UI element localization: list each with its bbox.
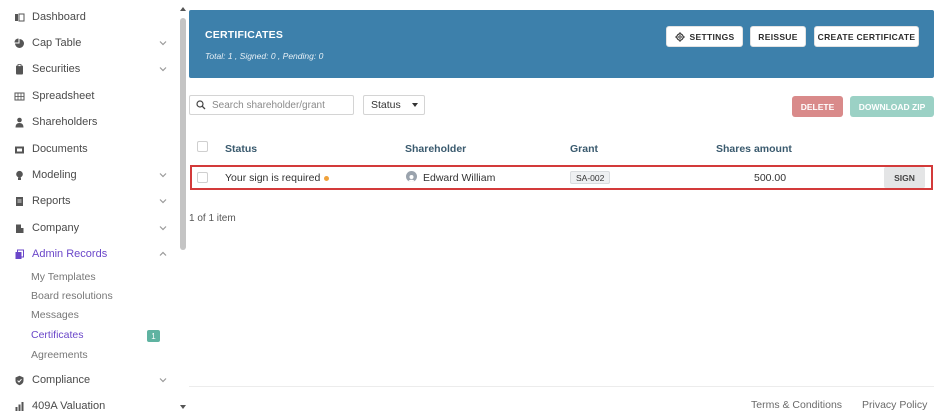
sidebar-item-label: Compliance xyxy=(32,374,91,386)
chevron-down-icon xyxy=(159,199,167,204)
sidebar-subitem-certificates[interactable]: Certificates xyxy=(31,329,84,341)
chevron-down-icon xyxy=(159,226,167,231)
shield-check-icon xyxy=(14,375,25,386)
caret-down-icon xyxy=(412,103,418,107)
sidebar-item-label: Documents xyxy=(32,143,88,155)
sidebar-subitem-my-templates[interactable]: My Templates xyxy=(31,271,96,283)
spreadsheet-icon xyxy=(14,91,25,102)
sidebar-item-shareholders[interactable]: Shareholders xyxy=(14,112,174,132)
sidebar-item-label: Company xyxy=(32,222,80,234)
pie-chart-icon xyxy=(14,38,25,49)
scrollbar-thumb[interactable] xyxy=(180,18,186,250)
scroll-up-arrow[interactable] xyxy=(179,5,187,13)
sidebar-item-securities[interactable]: Securities xyxy=(14,59,174,79)
sidebar-item-label: Cap Table xyxy=(32,37,82,49)
avatar xyxy=(406,171,417,182)
sidebar: Dashboard Cap Table Securities Spreadshe… xyxy=(0,0,178,420)
records-icon xyxy=(14,249,25,260)
shares-amount: 500.00 xyxy=(754,172,787,184)
status-filter-label: Status xyxy=(371,99,401,111)
pending-dot-icon xyxy=(324,175,330,181)
sidebar-item-label: Dashboard xyxy=(32,11,86,23)
certificates-summary: Total: 1 , Signed: 0 , Pending: 0 xyxy=(205,51,324,61)
sidebar-item-label: Reports xyxy=(32,195,71,207)
status-cell: Your sign is required xyxy=(225,172,330,184)
sidebar-item-documents[interactable]: Documents xyxy=(14,139,174,159)
page-title: CERTIFICATES xyxy=(205,29,284,41)
certificates-count-badge: 1 xyxy=(147,330,160,342)
privacy-link[interactable]: Privacy Policy xyxy=(862,399,927,411)
terms-link[interactable]: Terms & Conditions xyxy=(751,399,842,411)
status-text: Your sign is required xyxy=(225,172,321,184)
report-icon xyxy=(14,196,25,207)
row-checkbox[interactable] xyxy=(197,172,208,183)
footer-divider xyxy=(189,386,934,387)
dashboard-icon xyxy=(14,12,25,23)
person-icon xyxy=(14,117,25,128)
sidebar-item-cap-table[interactable]: Cap Table xyxy=(14,33,174,53)
chevron-down-icon xyxy=(159,67,167,72)
sidebar-item-compliance[interactable]: Compliance xyxy=(14,370,174,390)
sign-button[interactable]: SIGN xyxy=(884,167,925,188)
sidebar-item-spreadsheet[interactable]: Spreadsheet xyxy=(14,86,174,106)
certificates-header: CERTIFICATES Total: 1 , Signed: 0 , Pend… xyxy=(189,10,934,78)
create-certificate-button[interactable]: CREATE CERTIFICATE xyxy=(814,26,919,47)
settings-button[interactable]: SETTINGS xyxy=(666,26,743,47)
sidebar-item-modeling[interactable]: Modeling xyxy=(14,165,174,185)
sidebar-item-label: Spreadsheet xyxy=(32,90,95,102)
select-all-checkbox[interactable] xyxy=(197,141,208,152)
item-count: 1 of 1 item xyxy=(189,213,236,224)
chevron-up-icon xyxy=(159,251,167,256)
gear-icon xyxy=(674,31,685,42)
search-icon xyxy=(196,100,206,110)
sidebar-item-company[interactable]: Company xyxy=(14,218,174,238)
sidebar-item-admin-records[interactable]: Admin Records xyxy=(14,244,174,264)
chevron-down-icon xyxy=(159,41,167,46)
search-input[interactable] xyxy=(212,99,347,111)
sidebar-item-label: Admin Records xyxy=(32,248,108,260)
chart-icon xyxy=(14,401,25,412)
settings-button-label: SETTINGS xyxy=(689,31,735,42)
delete-button[interactable]: DELETE xyxy=(792,96,843,117)
folder-icon xyxy=(14,144,25,155)
search-box[interactable] xyxy=(189,95,354,115)
building-icon xyxy=(14,223,25,234)
sidebar-subitem-agreements[interactable]: Agreements xyxy=(31,349,88,361)
sidebar-subitem-messages[interactable]: Messages xyxy=(31,309,79,321)
download-zip-button[interactable]: DOWNLOAD ZIP xyxy=(850,96,934,117)
scroll-down-arrow[interactable] xyxy=(179,403,187,411)
sidebar-item-reports[interactable]: Reports xyxy=(14,191,174,211)
column-header-grant[interactable]: Grant xyxy=(570,143,598,155)
column-header-status[interactable]: Status xyxy=(225,143,257,155)
chevron-down-icon xyxy=(159,173,167,178)
lightbulb-icon xyxy=(14,170,25,181)
column-header-shareholder[interactable]: Shareholder xyxy=(405,143,466,155)
sidebar-item-dashboard[interactable]: Dashboard xyxy=(14,7,174,27)
sidebar-item-label: 409A Valuation xyxy=(32,400,106,412)
sidebar-item-label: Modeling xyxy=(32,169,77,181)
clipboard-icon xyxy=(14,63,25,75)
sidebar-item-label: Securities xyxy=(32,63,81,75)
sidebar-item-label: Shareholders xyxy=(32,116,98,128)
sidebar-subitem-board-resolutions[interactable]: Board resolutions xyxy=(31,290,113,302)
status-filter-dropdown[interactable]: Status xyxy=(363,95,425,115)
reissue-button[interactable]: REISSUE xyxy=(750,26,806,47)
sidebar-item-409a-valuation[interactable]: 409A Valuation xyxy=(14,396,174,416)
column-header-shares-amount[interactable]: Shares amount xyxy=(716,143,792,155)
grant-tag: SA-002 xyxy=(570,171,611,184)
shareholder-name: Edward William xyxy=(423,172,496,184)
chevron-down-icon xyxy=(159,378,167,383)
